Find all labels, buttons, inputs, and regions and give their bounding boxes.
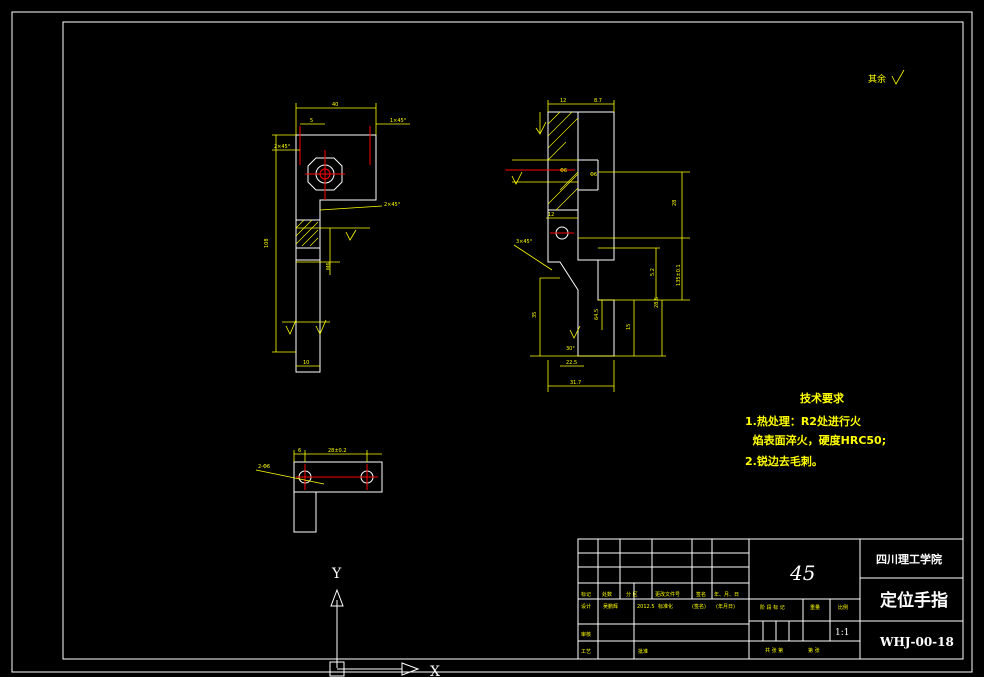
front-hatch [295,219,319,247]
svg-text:签名: 签名 [696,591,706,598]
axis-y-label: Y [331,566,342,582]
svg-text:处数: 处数 [602,591,612,598]
tech-title: 技术要求 [800,391,845,405]
inner-frame [62,21,964,660]
svg-text:第 张: 第 张 [808,647,820,654]
dim-35: 35 [532,312,538,318]
drawing-number: WHJ-00-18 [879,635,954,649]
school-name: 四川理工学院 [876,552,942,566]
svg-text:标准化: 标准化 [658,603,673,610]
dim-chamfer-1: 1×45° [390,118,407,124]
dim-8-7: 8.7 [594,98,602,104]
dim-5: 5 [310,118,313,124]
dim-40: 40 [332,102,338,108]
dim-chamfer-3: 2×45° [384,202,401,208]
svg-text:吴鹏辉: 吴鹏辉 [603,603,618,610]
dim-chamfer-side: 3×45° [516,239,533,245]
side-hatch [547,111,579,211]
svg-text:年、月、日: 年、月、日 [714,591,739,598]
svg-text:更改文件号: 更改文件号 [655,591,680,598]
dim-31-7: 31.7 [570,380,581,386]
dim-64-5: 64.5 [594,309,600,320]
svg-text:(签名): (签名) [692,603,706,610]
dim-m6: M6 [326,263,332,271]
side-lower-outline [547,210,615,357]
tech-item-2: 焰表面淬火，硬度HRC50; [745,433,886,447]
cad-drawing: 其余 40 5 1×45° 2×45° 108 10 2×45° M6 12 8… [11,11,973,677]
dim-30deg: 30° [566,346,575,352]
roughness-symbol-icon [891,69,905,85]
dim-135: 135±0.1 [676,264,682,286]
scale: 1:1 [835,628,849,638]
dim-2phi6: 2-Φ6 [258,464,270,470]
dim-10: 10 [303,360,309,366]
side-view: 12 8.7 Φ6 28 Φ6 12 3×45° 135±0.1 5.2 35 … [505,98,690,392]
svg-text:审核: 审核 [581,631,591,638]
dim-22-5: 22.5 [566,360,577,366]
dim-phi6: Φ6 [590,172,597,178]
svg-text:阶 段 标 记: 阶 段 标 记 [760,604,785,611]
svg-text:设计: 设计 [581,603,591,610]
title-block: 标记 处数 分 区 更改文件号 签名 年、月、日 设计 吴鹏辉 2012.5 标… [577,538,964,660]
svg-text:标记: 标记 [581,591,591,598]
svg-text:(年月日): (年月日) [716,603,735,610]
svg-text:重量: 重量 [810,604,820,611]
svg-text:2012.5: 2012.5 [637,604,655,610]
tech-item-3: 2.锐边去毛刺。 [745,454,823,468]
tech-item-1: 1.热处理：R2处进行火 [745,414,862,428]
dim-5-2: 5.2 [650,268,656,276]
dim-12: 12 [560,98,566,104]
tech-requirements: 技术要求 1.热处理：R2处进行火 焰表面淬火，硬度HRC50; 2.锐边去毛刺… [745,391,886,468]
dim-28pm: 28±0.2 [328,448,347,454]
top-stem [293,491,317,533]
dim-28: 28 [672,200,678,206]
dim-6: 6 [298,448,301,454]
svg-text:工艺: 工艺 [581,649,591,655]
front-roughness-icon [345,229,357,241]
svg-text:批准: 批准 [638,648,648,655]
side-roughness-icon-1 [535,121,547,135]
dim-108: 108 [264,238,270,248]
svg-text:比例: 比例 [838,604,848,611]
svg-text:分 区: 分 区 [626,591,638,598]
dim-m6-side: Φ6 [560,168,567,174]
svg-text:共 张 第: 共 张 第 [765,647,783,654]
part-name: 定位手指 [880,590,948,611]
dim-15: 15 [626,324,632,330]
ucs-icon: Y X [329,566,440,677]
material: 45 [789,561,815,585]
outer-frame [11,11,973,673]
dim-28-5: 28.5 [654,297,660,308]
front-view: 40 5 1×45° 2×45° 108 10 2×45° M6 [264,102,410,373]
side-section [547,111,579,211]
dim-chamfer-2: 2×45° [274,144,291,150]
dim-16: 12 [548,212,554,218]
top-view: 6 28±0.2 2-Φ6 [255,448,383,533]
roughness-note: 其余 [868,69,905,85]
axis-x-label: X [430,664,440,677]
x-arrow-icon [401,662,420,676]
roughness-label: 其余 [868,73,886,85]
